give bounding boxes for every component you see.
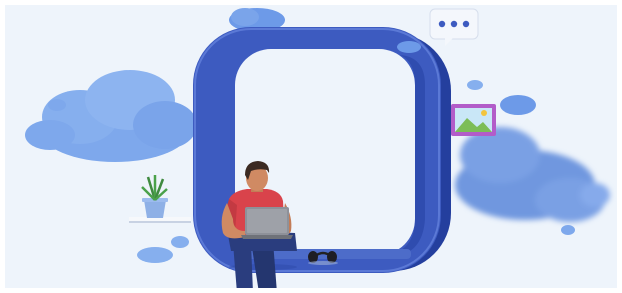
small-cloud bbox=[397, 41, 421, 53]
left-cloud bbox=[25, 70, 197, 162]
chat-bubble-icon bbox=[429, 8, 479, 46]
illustration-scene bbox=[5, 5, 617, 288]
right-cloud-blurred bbox=[455, 127, 610, 222]
image-frame-icon bbox=[451, 104, 496, 136]
small-cloud bbox=[561, 225, 575, 235]
laptop-icon bbox=[241, 207, 293, 239]
small-cloud bbox=[48, 99, 66, 111]
potted-plant-icon bbox=[129, 175, 191, 223]
small-cloud bbox=[467, 80, 483, 90]
small-cloud bbox=[500, 95, 536, 115]
illustration-canvas bbox=[25, 8, 610, 288]
bottom-left-cloud bbox=[137, 236, 189, 263]
